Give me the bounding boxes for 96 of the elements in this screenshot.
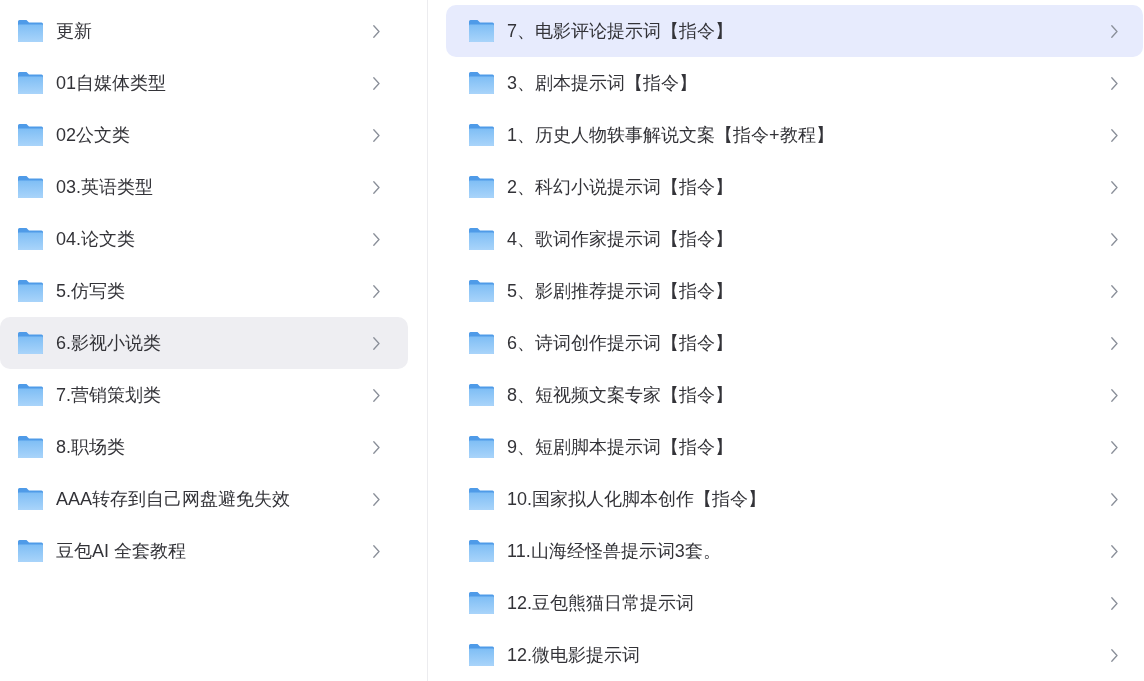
folder-row[interactable]: 11.山海经怪兽提示词3套。 [446,525,1143,577]
folder-icon [18,124,43,146]
folder-name: 2、科幻小说提示词【指令】 [507,178,734,196]
folder-name: 04.论文类 [56,230,137,248]
folder-row[interactable]: 5.仿写类 [0,265,408,317]
chevron-right-icon [373,24,380,38]
chevron-right-icon [373,336,380,350]
folder-row[interactable]: 10.国家拟人化脚本创作【指令】 [446,473,1143,525]
folder-icon [18,280,43,302]
chevron-right-icon [373,388,380,402]
folder-icon [18,176,43,198]
chevron-right-icon [1111,388,1118,402]
folder-name: 7.营销策划类 [56,386,162,404]
folder-name: 02公文类 [56,126,132,144]
chevron-right-icon [1111,648,1118,662]
folder-icon [469,644,494,666]
folder-icon [469,540,494,562]
folder-icon [18,20,43,42]
folder-row[interactable]: 01自媒体类型 [0,57,408,109]
folder-row[interactable]: 12.微电影提示词 [446,629,1143,681]
chevron-right-icon [373,180,380,194]
folder-name: 8、短视频文案专家【指令】 [507,386,734,404]
folder-name: 10.国家拟人化脚本创作【指令】 [507,490,768,508]
folder-icon [469,332,494,354]
folder-row[interactable]: 6.影视小说类 [0,317,408,369]
chevron-right-icon [373,232,380,246]
folder-icon [18,332,43,354]
folder-name: 8.职场类 [56,438,126,456]
folder-row[interactable]: 1、历史人物轶事解说文案【指令+教程】 [446,109,1143,161]
folder-icon [469,72,494,94]
chevron-right-icon [1111,128,1118,142]
folder-icon [18,228,43,250]
folder-row[interactable]: 12.豆包熊猫日常提示词 [446,577,1143,629]
folder-row[interactable]: AAA转存到自己网盘避免失效 [0,473,408,525]
chevron-right-icon [1111,232,1118,246]
folder-icon [18,488,43,510]
folder-name: 5、影剧推荐提示词【指令】 [507,282,734,300]
folder-row[interactable]: 4、歌词作家提示词【指令】 [446,213,1143,265]
folder-icon [469,20,494,42]
folder-icon [18,436,43,458]
folder-row[interactable]: 8、短视频文案专家【指令】 [446,369,1143,421]
folder-icon [18,384,43,406]
folder-name: 01自媒体类型 [56,74,168,92]
chevron-right-icon [1111,596,1118,610]
folder-row[interactable]: 2、科幻小说提示词【指令】 [446,161,1143,213]
folder-icon [469,228,494,250]
chevron-right-icon [1111,180,1118,194]
folder-row[interactable]: 7、电影评论提示词【指令】 [446,5,1143,57]
folder-icon [469,488,494,510]
chevron-right-icon [1111,336,1118,350]
chevron-right-icon [1111,76,1118,90]
folder-name: 5.仿写类 [56,282,126,300]
folder-icon [469,592,494,614]
chevron-right-icon [1111,544,1118,558]
folder-row[interactable]: 豆包AI 全套教程 [0,525,408,577]
chevron-right-icon [373,128,380,142]
folder-row[interactable]: 02公文类 [0,109,408,161]
folder-icon [469,124,494,146]
chevron-right-icon [373,440,380,454]
folder-row[interactable]: 3、剧本提示词【指令】 [446,57,1143,109]
folder-row[interactable]: 03.英语类型 [0,161,408,213]
folder-name: 03.英语类型 [56,178,155,196]
folder-icon [18,72,43,94]
folder-name: 4、歌词作家提示词【指令】 [507,230,734,248]
folder-icon [469,384,494,406]
chevron-right-icon [373,544,380,558]
folder-name: 1、历史人物轶事解说文案【指令+教程】 [507,126,835,144]
chevron-right-icon [1111,24,1118,38]
folder-name: 12.豆包熊猫日常提示词 [507,594,696,612]
folder-icon [469,176,494,198]
folder-name: 更新 [56,22,93,40]
folder-row[interactable]: 5、影剧推荐提示词【指令】 [446,265,1143,317]
folder-icon [469,280,494,302]
chevron-right-icon [1111,284,1118,298]
folder-name: 豆包AI 全套教程 [56,542,187,560]
folder-row[interactable]: 04.论文类 [0,213,408,265]
chevron-right-icon [1111,492,1118,506]
folder-name: 6、诗词创作提示词【指令】 [507,334,734,352]
folder-name: 12.微电影提示词 [507,646,642,664]
folder-icon [469,436,494,458]
folder-row[interactable]: 7.营销策划类 [0,369,408,421]
folder-row[interactable]: 6、诗词创作提示词【指令】 [446,317,1143,369]
folder-name: 11.山海经怪兽提示词3套。 [507,542,722,560]
chevron-right-icon [373,76,380,90]
folder-name: 9、短剧脚本提示词【指令】 [507,438,734,456]
folder-name: 3、剧本提示词【指令】 [507,74,698,92]
folder-name: AAA转存到自己网盘避免失效 [56,490,292,508]
folder-icon [18,540,43,562]
chevron-right-icon [373,284,380,298]
folder-name: 6.影视小说类 [56,334,162,352]
chevron-right-icon [1111,440,1118,454]
chevron-right-icon [373,492,380,506]
folder-row[interactable]: 更新 [0,5,408,57]
folder-name: 7、电影评论提示词【指令】 [507,22,734,40]
folder-row[interactable]: 9、短剧脚本提示词【指令】 [446,421,1143,473]
folder-row[interactable]: 8.职场类 [0,421,408,473]
